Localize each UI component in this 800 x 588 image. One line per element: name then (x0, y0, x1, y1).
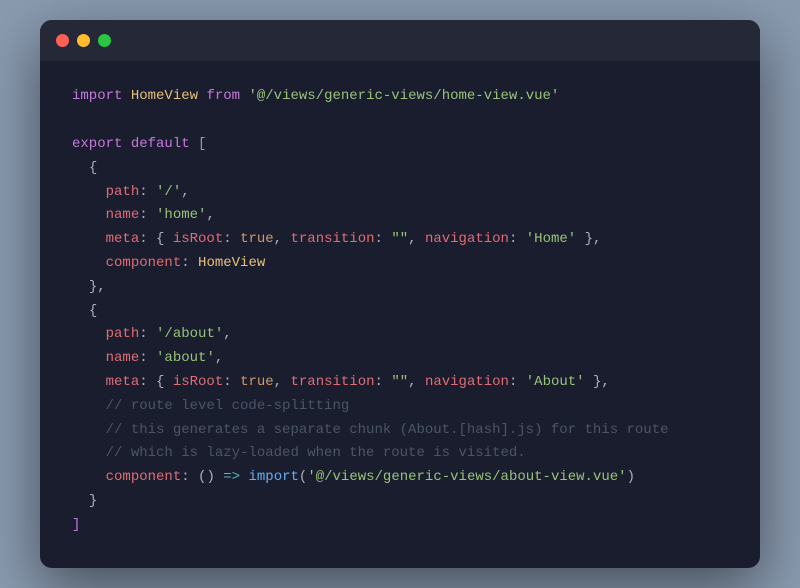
code-line-14: // route level code-splitting (72, 395, 728, 419)
code-editor-window: import HomeView from '@/views/generic-vi… (40, 20, 760, 567)
code-line-8: component: HomeView (72, 252, 728, 276)
code-line-5: path: '/', (72, 181, 728, 205)
code-line-11: path: '/about', (72, 323, 728, 347)
code-line-19: ] (72, 514, 728, 538)
window-titlebar (40, 20, 760, 61)
code-display: import HomeView from '@/views/generic-vi… (40, 61, 760, 567)
code-line-17: component: () => import('@/views/generic… (72, 466, 728, 490)
code-line-1: import HomeView from '@/views/generic-vi… (72, 85, 728, 109)
code-line-6: name: 'home', (72, 204, 728, 228)
minimize-button[interactable] (77, 34, 90, 47)
code-line-10: { (72, 300, 728, 324)
code-line-9: }, (72, 276, 728, 300)
code-line-2 (72, 109, 728, 133)
code-line-3: export default [ (72, 133, 728, 157)
code-line-18: } (72, 490, 728, 514)
maximize-button[interactable] (98, 34, 111, 47)
code-line-16: // which is lazy-loaded when the route i… (72, 442, 728, 466)
code-line-12: name: 'about', (72, 347, 728, 371)
code-line-7: meta: { isRoot: true, transition: "", na… (72, 228, 728, 252)
code-line-4: { (72, 157, 728, 181)
code-line-15: // this generates a separate chunk (Abou… (72, 419, 728, 443)
close-button[interactable] (56, 34, 69, 47)
code-line-13: meta: { isRoot: true, transition: "", na… (72, 371, 728, 395)
